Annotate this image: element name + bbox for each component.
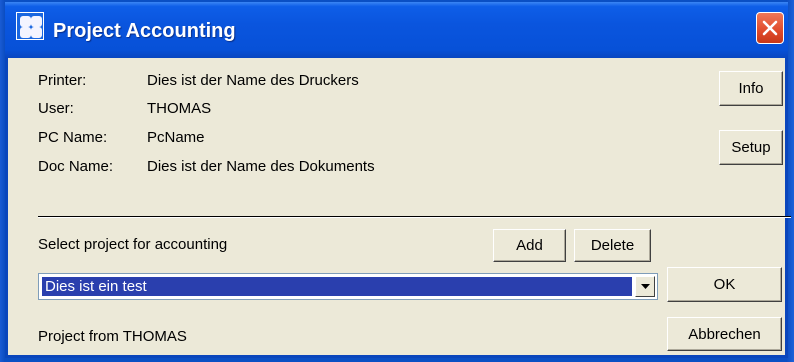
pc-name-value: PcName bbox=[147, 129, 205, 146]
pc-name-label: PC Name: bbox=[38, 129, 108, 146]
title-bar[interactable]: Project Accounting bbox=[5, 2, 788, 58]
separator bbox=[38, 216, 791, 218]
cancel-button[interactable]: Abbrechen bbox=[667, 317, 782, 351]
window-title: Project Accounting bbox=[53, 20, 236, 42]
user-value: THOMAS bbox=[147, 100, 212, 117]
close-icon bbox=[762, 20, 778, 36]
add-button[interactable]: Add bbox=[493, 229, 566, 262]
delete-button[interactable]: Delete bbox=[574, 229, 651, 262]
ok-button[interactable]: OK bbox=[667, 267, 782, 302]
project-owner-text: Project from THOMAS bbox=[38, 328, 187, 345]
select-project-label: Select project for accounting bbox=[38, 236, 228, 253]
project-select-value: Dies ist ein test bbox=[42, 277, 632, 296]
user-label: User: bbox=[38, 100, 74, 117]
printer-value: Dies ist der Name des Druckers bbox=[147, 72, 359, 89]
project-select-dropdown-button[interactable] bbox=[635, 276, 655, 297]
setup-button[interactable]: Setup bbox=[719, 130, 783, 165]
doc-name-value: Dies ist der Name des Dokuments bbox=[147, 158, 375, 175]
printer-label: Printer: bbox=[38, 72, 87, 89]
project-select[interactable]: Dies ist ein test bbox=[38, 273, 658, 300]
close-button[interactable] bbox=[756, 12, 784, 44]
doc-name-label: Doc Name: bbox=[38, 158, 114, 175]
info-button[interactable]: Info bbox=[719, 71, 783, 106]
chevron-down-icon bbox=[641, 284, 650, 289]
project-accounting-dialog: Project Accounting Printer: Dies ist der… bbox=[5, 2, 791, 358]
dialog-content: Printer: Dies ist der Name des Druckers … bbox=[8, 58, 791, 355]
app-grid-icon bbox=[16, 12, 44, 40]
